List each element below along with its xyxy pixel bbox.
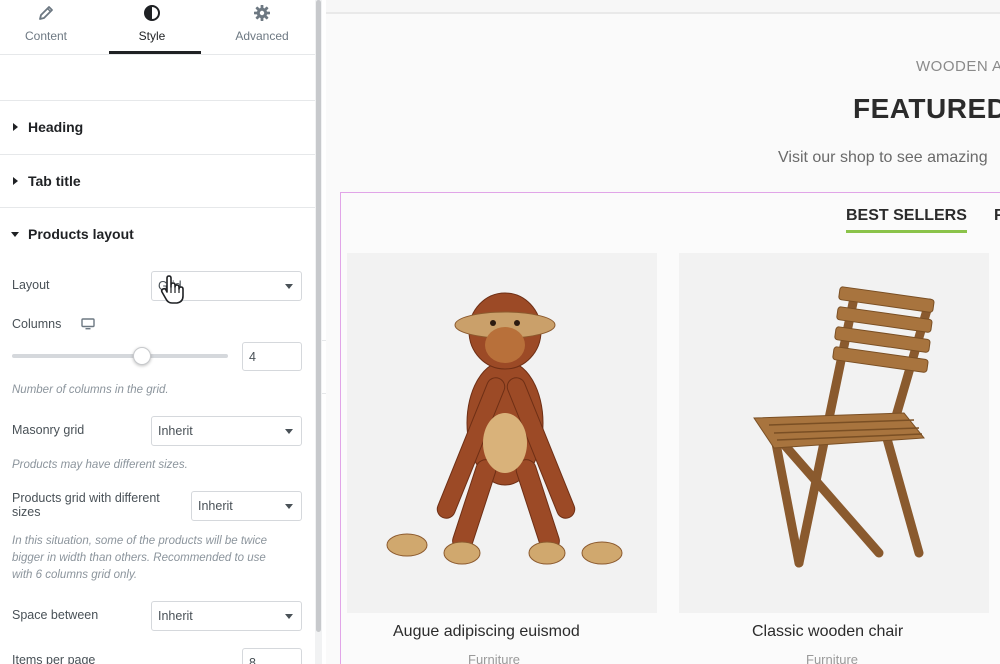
panel-scrollbar[interactable] [315,0,322,664]
wooden-chair-image [753,286,935,568]
columns-slider-track[interactable] [12,354,228,358]
site-preview: WOODEN A FEATURED Visit our shop to see … [326,0,1000,664]
product-tab-next[interactable]: F [994,207,1000,225]
chevron-down-icon [285,284,293,289]
columns-number-input[interactable]: 4 [242,342,302,371]
diff-sizes-label-line1: Products grid with different [12,491,160,505]
section-heading-title: Heading [28,119,84,135]
products-tabs-widget[interactable]: BEST SELLERS F Augue adipiscing euismod … [340,192,1000,664]
diff-sizes-select[interactable]: Inherit [191,491,302,521]
layout-select[interactable]: Grid [151,271,302,301]
columns-hint: Number of columns in the grid. [12,384,169,396]
section-tab-title[interactable]: Tab title [0,154,315,208]
columns-number-value: 4 [249,350,256,364]
product-image[interactable] [347,253,657,613]
masonry-select[interactable]: Inherit [151,416,302,446]
pencil-icon [39,6,53,20]
space-between-select[interactable]: Inherit [151,601,302,631]
panel-scrollbar-thumb[interactable] [316,0,321,632]
columns-label: Columns [12,317,62,331]
product-name-2[interactable]: Classic wooden chair [752,623,903,641]
chevron-down-icon [285,614,293,619]
tab-content[interactable]: Content [0,0,95,54]
preview-canvas: WOODEN A FEATURED Visit our shop to see … [326,12,1000,664]
diff-sizes-label-line2: sizes [12,505,41,519]
chevron-down-icon [285,504,293,509]
diff-sizes-hint-line2: bigger in width than others. Recommended… [12,552,266,564]
masonry-select-value: Inherit [158,424,193,438]
product-category-1[interactable]: Furniture [468,652,520,664]
product-image[interactable] [679,253,989,613]
editor-panel: Content Style Advanced Heading Tab title… [0,0,322,664]
tab-advanced[interactable]: Advanced [213,0,311,54]
section-description: Visit our shop to see amazing [778,149,988,166]
space-between-select-value: Inherit [158,609,193,623]
section-products-layout[interactable]: Products layout [0,207,315,261]
diff-sizes-hint-line3: with 6 columns grid only. [12,569,138,581]
masonry-hint: Products may have different sizes. [12,459,188,471]
diff-sizes-select-value: Inherit [198,499,233,513]
panel-tabs: Content Style Advanced [0,0,315,55]
items-per-page-input[interactable]: 8 [242,648,302,664]
section-heading[interactable]: Heading [0,100,315,154]
diff-sizes-hint-line1: In this situation, some of the products … [12,535,268,547]
tab-content-label: Content [24,29,68,43]
layout-label: Layout [12,278,50,292]
tab-style[interactable]: Style [103,0,201,54]
product-category-2[interactable]: Furniture [806,652,858,664]
section-products-layout-title: Products layout [28,226,134,242]
product-name-1[interactable]: Augue adipiscing euismod [393,623,580,641]
section-subtitle: WOODEN A [916,58,1000,75]
space-between-label: Space between [12,608,99,622]
wooden-monkey-image [386,292,623,565]
tab-style-label: Style [138,29,166,43]
chevron-down-icon [285,429,293,434]
layout-select-value: Grid [158,279,182,293]
caret-right-icon [13,123,18,131]
masonry-label: Masonry grid [12,423,85,437]
columns-slider-handle[interactable] [132,347,151,365]
gear-icon [254,5,270,21]
section-heading-text: FEATURED [853,93,1000,124]
items-per-page-label: Items per page [12,653,96,664]
section-tab-title-title: Tab title [28,173,81,189]
caret-right-icon [13,177,18,185]
caret-down-icon [11,232,19,237]
tab-advanced-label: Advanced [235,29,289,43]
items-per-page-value: 8 [249,656,256,664]
product-tab-best-sellers[interactable]: BEST SELLERS [846,207,967,233]
half-circle-icon [144,5,160,21]
desktop-icon[interactable] [81,318,95,330]
